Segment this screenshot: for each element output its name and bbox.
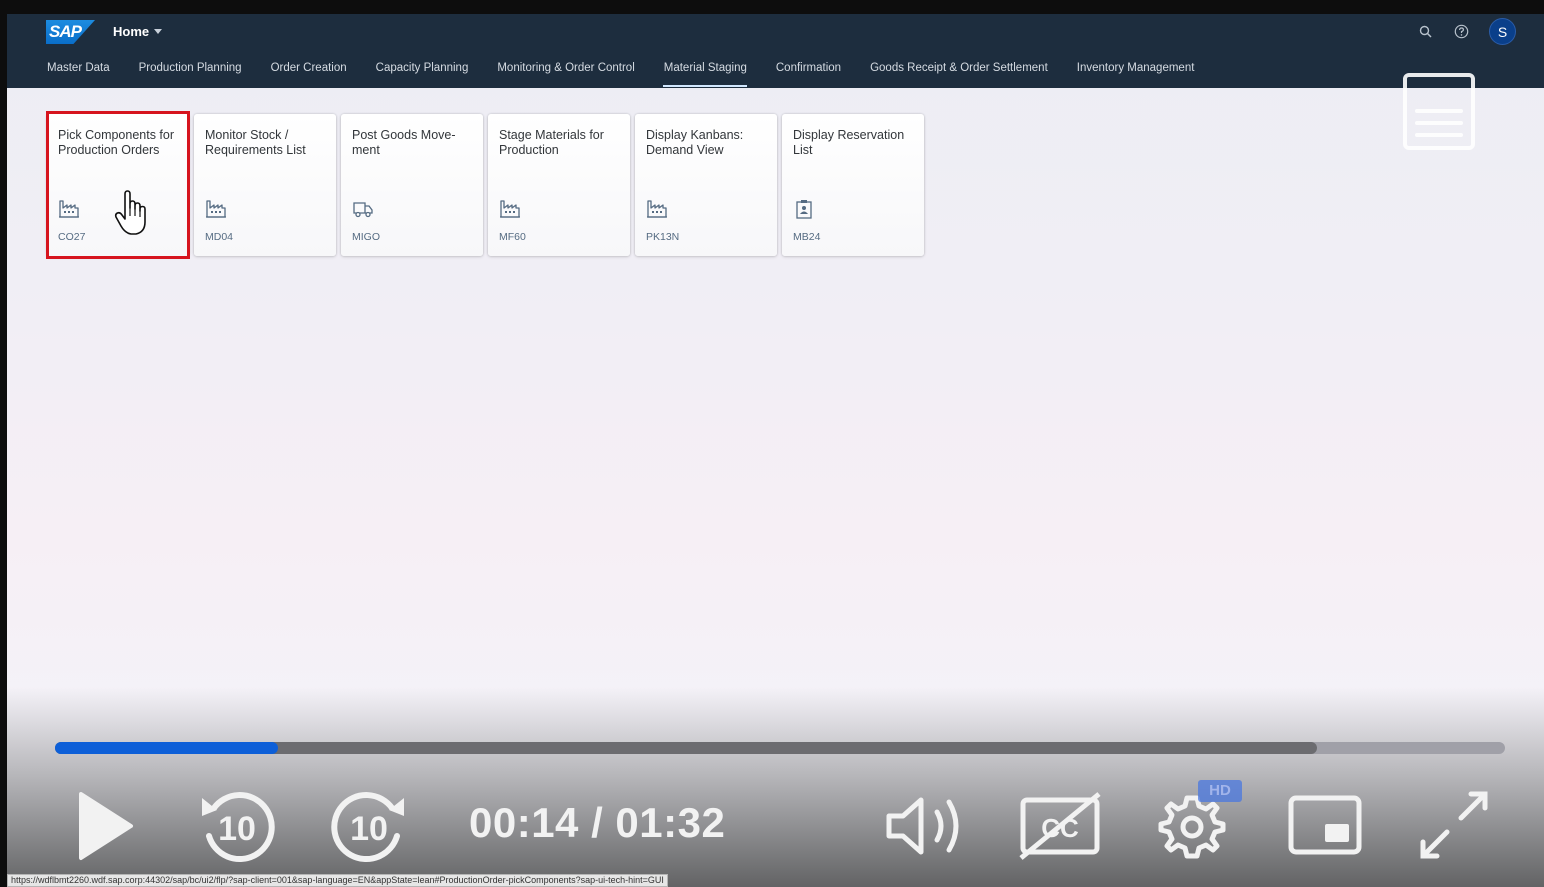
tab-monitoring-order-control[interactable]: Monitoring & Order Control (483, 61, 649, 87)
tab-inventory-management[interactable]: Inventory Management (1062, 61, 1209, 87)
captions-off-icon[interactable]: CC (1017, 792, 1103, 860)
tab-order-creation[interactable]: Order Creation (256, 61, 361, 87)
tile-title: Monitor Stock / Requirements List (205, 128, 306, 157)
tile-title: Display Reservation List (793, 128, 905, 157)
rewind-10-button[interactable]: 10 (197, 786, 277, 866)
tile-title: Stage Materials for Production (499, 128, 604, 157)
settings-gear-icon[interactable] (1157, 792, 1227, 862)
tile-title: Display Kanbans: Demand View (646, 128, 744, 157)
tab-production-planning[interactable]: Production Planning (124, 61, 256, 87)
picture-in-picture-icon[interactable] (1287, 794, 1363, 858)
video-frame: SAP Home S Master Data Production Plannin… (7, 14, 1544, 887)
tab-material-staging[interactable]: Material Staging (649, 61, 761, 87)
tile-transaction-code: MIGO (352, 231, 380, 243)
tile-title: Pick Components for Production Orders (58, 128, 175, 157)
factory-icon (205, 198, 227, 220)
play-button[interactable] (77, 790, 135, 862)
shell-bar: SAP Home S Master Data Production Plannin… (7, 14, 1544, 88)
tile-title: Post Goods Move-ment (352, 128, 456, 157)
volume-icon[interactable] (883, 794, 973, 858)
time-display: 00:14 / 01:32 (469, 799, 726, 846)
hd-badge: HD (1198, 780, 1242, 802)
app-tile-migo[interactable]: Post Goods Move-ment MIGO (341, 114, 483, 256)
truck-icon (352, 198, 374, 220)
factory-icon (646, 198, 668, 220)
exit-fullscreen-icon[interactable] (1417, 788, 1491, 862)
clipboard-icon (793, 198, 815, 220)
tile-group: Pick Components for Production Orders CO2… (47, 114, 924, 256)
chevron-down-icon (154, 29, 163, 34)
search-icon[interactable] (1417, 24, 1433, 40)
home-menu-button[interactable]: Home (113, 24, 163, 39)
app-tile-mf60[interactable]: Stage Materials for Production MF60 (488, 114, 630, 256)
transcript-toggle-icon[interactable] (1403, 73, 1475, 150)
user-avatar[interactable]: S (1489, 18, 1516, 45)
sap-logo[interactable]: SAP (46, 20, 95, 44)
tile-transaction-code: MF60 (499, 231, 526, 243)
app-tile-md04[interactable]: Monitor Stock / Requirements List MD04 (194, 114, 336, 256)
space-tabs: Master Data Production Planning Order Crea… (47, 61, 1209, 87)
app-tile-co27[interactable]: Pick Components for Production Orders CO2… (47, 114, 189, 256)
shell-actions: S (1417, 18, 1516, 45)
app-tile-pk13n[interactable]: Display Kanbans: Demand View PK13N (635, 114, 777, 256)
forward-10-button[interactable]: 10 (329, 786, 409, 866)
forward-label: 10 (350, 810, 388, 848)
tab-master-data[interactable]: Master Data (47, 61, 124, 87)
progress-bar[interactable] (55, 742, 1505, 754)
home-label: Home (113, 24, 150, 39)
tile-transaction-code: PK13N (646, 231, 680, 243)
factory-icon (499, 198, 521, 220)
rewind-label: 10 (218, 810, 256, 848)
tab-confirmation[interactable]: Confirmation (761, 61, 855, 87)
tab-goods-receipt-order-settlement[interactable]: Goods Receipt & Order Settlement (856, 61, 1063, 87)
factory-icon (58, 198, 80, 220)
tab-capacity-planning[interactable]: Capacity Planning (361, 61, 483, 87)
tile-transaction-code: MD04 (205, 231, 234, 243)
app-tile-mb24[interactable]: Display Reservation List MB24 (782, 114, 924, 256)
tile-transaction-code: MB24 (793, 231, 821, 243)
progress-played (55, 742, 279, 754)
help-icon[interactable] (1453, 24, 1469, 40)
status-bar-url: https://wdflbmt2260.wdf.sap.corp:44302/s… (7, 874, 668, 887)
tile-transaction-code: CO27 (58, 231, 86, 243)
